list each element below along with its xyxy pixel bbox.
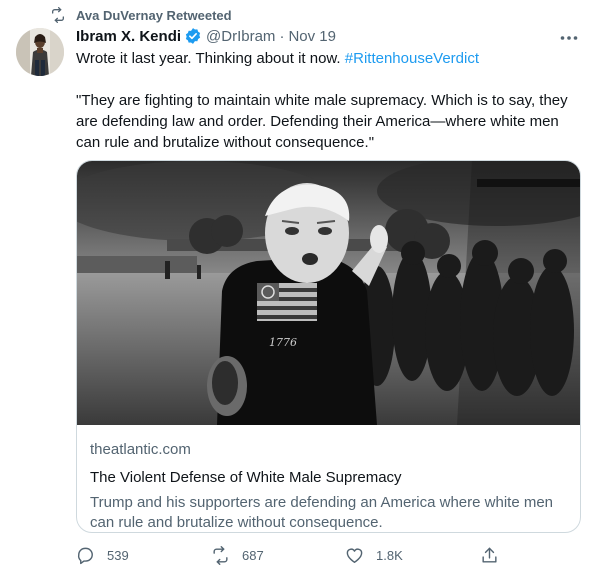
tweet-date[interactable]: Nov 19 bbox=[288, 28, 336, 45]
card-title: The Violent Defense of White Male Suprem… bbox=[90, 469, 402, 486]
retweet-count: 687 bbox=[242, 548, 264, 563]
reply-icon bbox=[77, 547, 93, 565]
card-meta: theatlantic.com The Violent Defense of W… bbox=[90, 440, 570, 532]
tweet-text: Wrote it last year. Thinking about it no… bbox=[76, 49, 479, 69]
card-image: 1776 bbox=[77, 161, 580, 425]
reply-count: 539 bbox=[107, 548, 129, 563]
author-name[interactable]: Ibram X. Kendi bbox=[76, 28, 181, 45]
tweet-actions: 539 687 1.8K bbox=[76, 546, 506, 568]
tweet-body: Wrote it last year. Thinking about it no… bbox=[76, 50, 345, 67]
card-image-shirt-text: 1776 bbox=[269, 336, 297, 349]
reply-button[interactable]: 539 bbox=[76, 546, 129, 565]
tweet-quote: "They are fighting to maintain white mal… bbox=[76, 92, 568, 151]
author-handle[interactable]: @DrIbram bbox=[206, 28, 275, 45]
retweet-button[interactable]: 687 bbox=[211, 546, 264, 565]
header-separator: · bbox=[279, 27, 285, 45]
card-domain: theatlantic.com bbox=[90, 441, 191, 458]
verified-badge-icon bbox=[185, 28, 201, 44]
like-count: 1.8K bbox=[376, 548, 403, 563]
heart-icon bbox=[346, 548, 363, 563]
avatar[interactable] bbox=[16, 28, 64, 76]
retweet-icon bbox=[52, 7, 64, 23]
retweet-action-icon bbox=[213, 546, 228, 565]
more-options-button[interactable] bbox=[558, 28, 580, 48]
share-icon bbox=[482, 547, 497, 563]
more-options-icon bbox=[560, 36, 578, 40]
like-button[interactable]: 1.8K bbox=[345, 546, 403, 565]
tweet-header: Ibram X. Kendi @DrIbram · Nov 19 bbox=[76, 27, 336, 45]
tweet[interactable]: Ava DuVernay Retweeted Ibram X. Kendi @D… bbox=[0, 0, 598, 585]
retweet-label: Ava DuVernay Retweeted bbox=[76, 7, 232, 23]
share-button[interactable] bbox=[480, 546, 499, 565]
hashtag-link[interactable]: #RittenhouseVerdict bbox=[345, 50, 479, 67]
link-card[interactable]: 1776 theatlantic.com The Violent Defense… bbox=[76, 160, 581, 533]
card-description: Trump and his supporters are defending a… bbox=[90, 494, 554, 531]
retweet-context: Ava DuVernay Retweeted bbox=[50, 7, 232, 23]
